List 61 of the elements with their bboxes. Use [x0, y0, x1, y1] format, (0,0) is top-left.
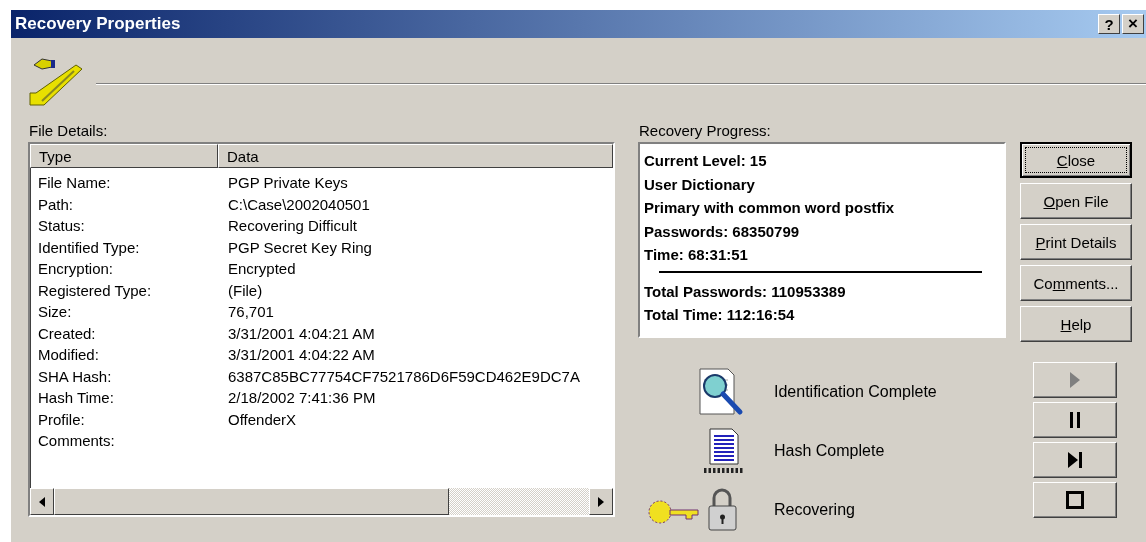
table-cell-text: SHA Hash: [37, 367, 113, 385]
dialog-button[interactable]: Help [1020, 306, 1132, 342]
pause-icon [1069, 411, 1081, 429]
step-button[interactable] [1033, 442, 1117, 478]
close-button[interactable]: × [1122, 14, 1144, 34]
table-cell-text: Registered Type: [37, 281, 153, 299]
table-cell-text: Status: [37, 217, 86, 235]
window-title: Recovery Properties [15, 14, 181, 34]
table-cell-text: Identified Type: [37, 238, 141, 256]
table-cell-text: PGP Private Keys [227, 174, 348, 192]
table-cell-text: File Name: [37, 174, 112, 192]
table-cell-text: 2/18/2002 7:41:36 PM [227, 389, 376, 407]
play-icon [1069, 371, 1081, 389]
dialog-button[interactable]: Open File [1020, 183, 1132, 219]
stop-button[interactable] [1033, 482, 1117, 518]
table-cell-text: 76,701 [227, 303, 274, 321]
table-cell-text: Recovering Difficult [227, 217, 357, 235]
progress-line: Primary with common word postfix [644, 198, 896, 218]
scroll-left-button[interactable] [30, 488, 54, 515]
stage-status: Recovering [774, 500, 855, 519]
table-cell-text: 3/31/2001 4:04:21 AM [227, 324, 375, 342]
scroll-right-button[interactable] [589, 488, 613, 515]
total-line: Total Passwords: 110953389 [644, 281, 847, 302]
document-binary-icon [702, 427, 746, 474]
table-cell-text: Encryption: [37, 260, 115, 278]
table-cell-text: Size: [37, 303, 73, 321]
dialog-button[interactable]: Print Details [1020, 224, 1132, 260]
table-cell-text: Profile: [37, 410, 86, 428]
section-label: File Details: [29, 122, 109, 141]
table-cell-text: Created: [37, 324, 97, 342]
left-arrow-icon [39, 496, 45, 507]
table-cell-text: 6387C85BC77754CF7521786D6F59CD462E9DC7A [227, 367, 580, 385]
table-cell-text: Comments: [37, 432, 116, 450]
section-label: Recovery Progress: [639, 122, 772, 141]
total-line: Total Time: 112:16:54 [644, 305, 796, 325]
help-button[interactable]: ? [1098, 14, 1120, 34]
table-cell-text: Modified: [37, 346, 100, 364]
progress-line: Passwords: 68350799 [644, 221, 801, 242]
progress-line: Time: 68:31:51 [644, 245, 749, 265]
table-cell-text: Path: [37, 195, 75, 213]
table-cell-text: OffenderX [227, 410, 297, 428]
table-cell-text: C:\Case\2002040501 [227, 195, 370, 213]
stage-status: Identification Complete [774, 382, 937, 401]
dialog-button[interactable]: Close [1020, 142, 1132, 178]
column-header[interactable]: Type [30, 144, 218, 168]
column-header[interactable]: Data [218, 144, 613, 168]
progress-line: User Dictionary [644, 174, 756, 195]
scrollbar-thumb[interactable] [54, 488, 449, 515]
dialog-button[interactable]: Comments... [1020, 265, 1132, 301]
table-cell-text: 3/31/2001 4:04:22 AM [227, 346, 375, 364]
key-icon [28, 55, 84, 107]
stop-icon [1066, 491, 1084, 509]
table-cell-text: (File) [227, 281, 263, 299]
table-cell-text: Encrypted [227, 260, 296, 278]
skip-forward-icon [1067, 451, 1083, 469]
pause-button[interactable] [1033, 402, 1117, 438]
right-arrow-icon [598, 496, 604, 507]
table-cell-text: Hash Time: [37, 389, 115, 407]
progress-line: Current Level: 15 [644, 151, 768, 171]
stage-status: Hash Complete [774, 441, 885, 460]
table-cell-text: PGP Secret Key Ring [227, 238, 372, 256]
